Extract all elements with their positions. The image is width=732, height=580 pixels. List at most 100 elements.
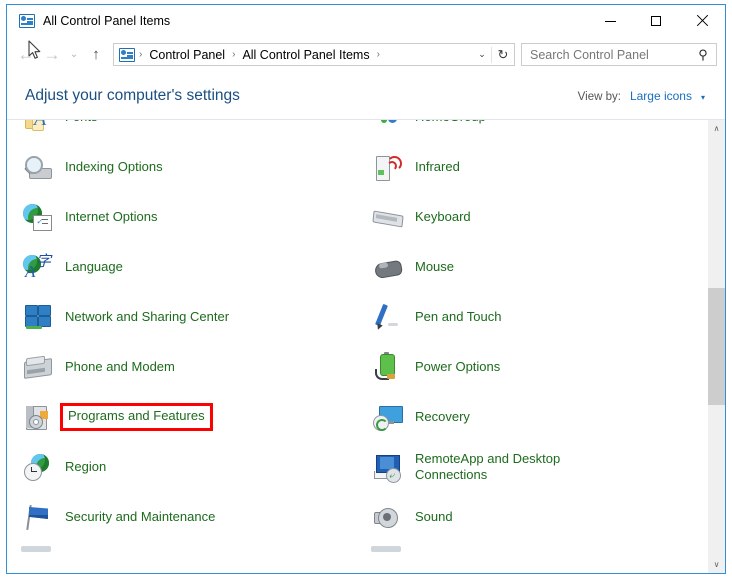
up-button[interactable]: ↑ <box>83 42 109 68</box>
search-input[interactable]: Search Control Panel <box>522 48 690 62</box>
cp-item-label: Region <box>65 458 107 474</box>
breadcrumb: › Control Panel › All Control Panel Item… <box>114 47 473 62</box>
cp-item-label: RemoteApp and Desktop Connections <box>415 450 561 482</box>
remoteapp-icon: ⤶ <box>371 451 403 483</box>
mouse-icon <box>371 251 404 283</box>
cp-item-label: Fonts <box>65 120 98 125</box>
cp-item-label: Sound <box>415 508 453 524</box>
address-bar[interactable]: › Control Panel › All Control Panel Item… <box>113 43 515 66</box>
cp-item-region[interactable]: Region <box>7 442 357 492</box>
security-maintenance-icon <box>21 501 53 533</box>
internet-options-icon: ✓ <box>21 201 53 233</box>
cp-item-phone-and-modem[interactable]: Phone and Modem <box>7 342 357 392</box>
breadcrumb-item-all-control-panel-items[interactable]: All Control Panel Items <box>239 48 372 62</box>
breadcrumb-separator[interactable]: › <box>228 49 239 60</box>
cp-item-label: Programs and Features <box>60 403 213 431</box>
control-panel-window: All Control Panel Items ← → ⌄ ↑ › Contro… <box>6 4 726 574</box>
cp-item-partial-left <box>7 542 357 554</box>
breadcrumb-separator-end[interactable]: › <box>373 49 384 60</box>
recovery-icon <box>371 401 403 433</box>
cp-item-label: Recovery <box>415 408 470 424</box>
search-box[interactable]: Search Control Panel ⚲ <box>521 43 717 66</box>
indexing-options-icon <box>21 151 53 183</box>
cp-item-security-and-maintenance[interactable]: Security and Maintenance <box>7 492 357 542</box>
breadcrumb-separator: › <box>139 49 143 60</box>
cp-item-internet-options[interactable]: ✓ Internet Options <box>7 192 357 242</box>
cp-item-keyboard[interactable]: Keyboard <box>357 192 707 242</box>
title-bar-left: All Control Panel Items <box>7 13 171 28</box>
cp-item-label: Internet Options <box>65 208 158 224</box>
breadcrumb-control-panel-icon <box>119 47 135 62</box>
window-title: All Control Panel Items <box>43 13 171 28</box>
sound-icon <box>371 501 403 533</box>
chevron-down-icon[interactable]: ▾ <box>701 93 705 102</box>
cp-item-label: Security and Maintenance <box>65 508 216 524</box>
cp-item-homegroup[interactable]: HomeGroup <box>357 120 707 142</box>
cp-item-power-options[interactable]: Power Options <box>357 342 707 392</box>
cp-item-language[interactable]: A字 Language <box>7 242 357 292</box>
view-by-control[interactable]: View by: Large icons ▾ <box>578 89 705 103</box>
vertical-scrollbar[interactable]: ∧ ∨ <box>707 120 725 573</box>
scrollbar-thumb[interactable] <box>708 287 725 406</box>
cp-item-remoteapp-and-desktop-connections[interactable]: ⤶ RemoteApp and Desktop Connections <box>357 442 707 492</box>
cp-item-label: Network and Sharing Center <box>65 308 230 324</box>
cp-item-pen-and-touch[interactable]: Pen and Touch <box>357 292 707 342</box>
minimize-button[interactable] <box>587 5 633 36</box>
cp-item-label: Power Options <box>415 358 501 374</box>
cp-item-sound[interactable]: Sound <box>357 492 707 542</box>
close-button[interactable] <box>679 5 725 36</box>
fonts-icon: A <box>21 120 53 133</box>
items-viewport: A Fonts HomeGroup <box>7 120 707 573</box>
cp-item-indexing-options[interactable]: Indexing Options <box>7 142 357 192</box>
back-button[interactable]: ← <box>13 42 39 68</box>
cp-item-label: Indexing Options <box>65 158 163 174</box>
infrared-icon <box>371 151 403 183</box>
power-options-icon <box>371 351 403 383</box>
recent-locations-button[interactable]: ⌄ <box>65 42 83 68</box>
cp-item-mouse[interactable]: Mouse <box>357 242 707 292</box>
page-title: Adjust your computer's settings <box>25 87 240 104</box>
cp-item-infrared[interactable]: Infrared <box>357 142 707 192</box>
phone-modem-icon <box>21 351 53 383</box>
language-icon: A字 <box>23 253 52 281</box>
programs-features-icon <box>21 401 53 433</box>
region-icon <box>21 451 53 483</box>
cp-item-partial-right <box>357 542 707 554</box>
cp-item-label: Mouse <box>415 258 455 274</box>
refresh-icon[interactable]: ↻ <box>491 46 514 63</box>
cp-item-recovery[interactable]: Recovery <box>357 392 707 442</box>
close-icon <box>696 15 708 27</box>
cp-item-network-and-sharing-center[interactable]: Network and Sharing Center <box>7 292 357 342</box>
cp-item-label: Phone and Modem <box>65 358 175 374</box>
address-dropdown-icon[interactable]: ⌄ <box>473 49 491 60</box>
maximize-button[interactable] <box>633 5 679 36</box>
search-icon: ⚲ <box>698 46 708 62</box>
cp-item-label: Language <box>65 258 123 274</box>
scroll-down-button[interactable]: ∨ <box>708 556 725 573</box>
cp-item-label: Pen and Touch <box>415 308 502 324</box>
cp-item-label: Keyboard <box>415 208 471 224</box>
cp-item-label: Infrared <box>415 158 460 174</box>
keyboard-icon <box>371 201 404 233</box>
breadcrumb-item-control-panel[interactable]: Control Panel <box>146 48 228 62</box>
network-sharing-icon <box>21 301 53 333</box>
navigation-bar: ← → ⌄ ↑ › Control Panel › All Control Pa… <box>7 36 725 73</box>
header-strip: Adjust your computer's settings View by:… <box>7 73 725 120</box>
view-by-label: View by: <box>577 91 621 103</box>
cp-item-label: HomeGroup <box>415 120 486 125</box>
minimize-icon <box>604 20 616 22</box>
screen: All Control Panel Items ← → ⌄ ↑ › Contro… <box>0 0 732 580</box>
pen-touch-icon <box>371 301 403 333</box>
control-panel-items-grid: A Fonts HomeGroup <box>7 120 707 554</box>
title-bar: All Control Panel Items <box>7 5 725 36</box>
view-by-value[interactable]: Large icons <box>630 89 692 103</box>
control-panel-icon <box>19 13 35 28</box>
maximize-icon <box>651 15 661 26</box>
scrollbar-track[interactable] <box>708 137 725 556</box>
cp-item-fonts[interactable]: A Fonts <box>7 120 357 142</box>
window-controls <box>587 5 725 36</box>
content-row: A Fonts HomeGroup <box>7 120 725 573</box>
cp-item-programs-and-features[interactable]: Programs and Features <box>7 392 357 442</box>
forward-button[interactable]: → <box>39 42 65 68</box>
scroll-up-button[interactable]: ∧ <box>708 120 725 137</box>
